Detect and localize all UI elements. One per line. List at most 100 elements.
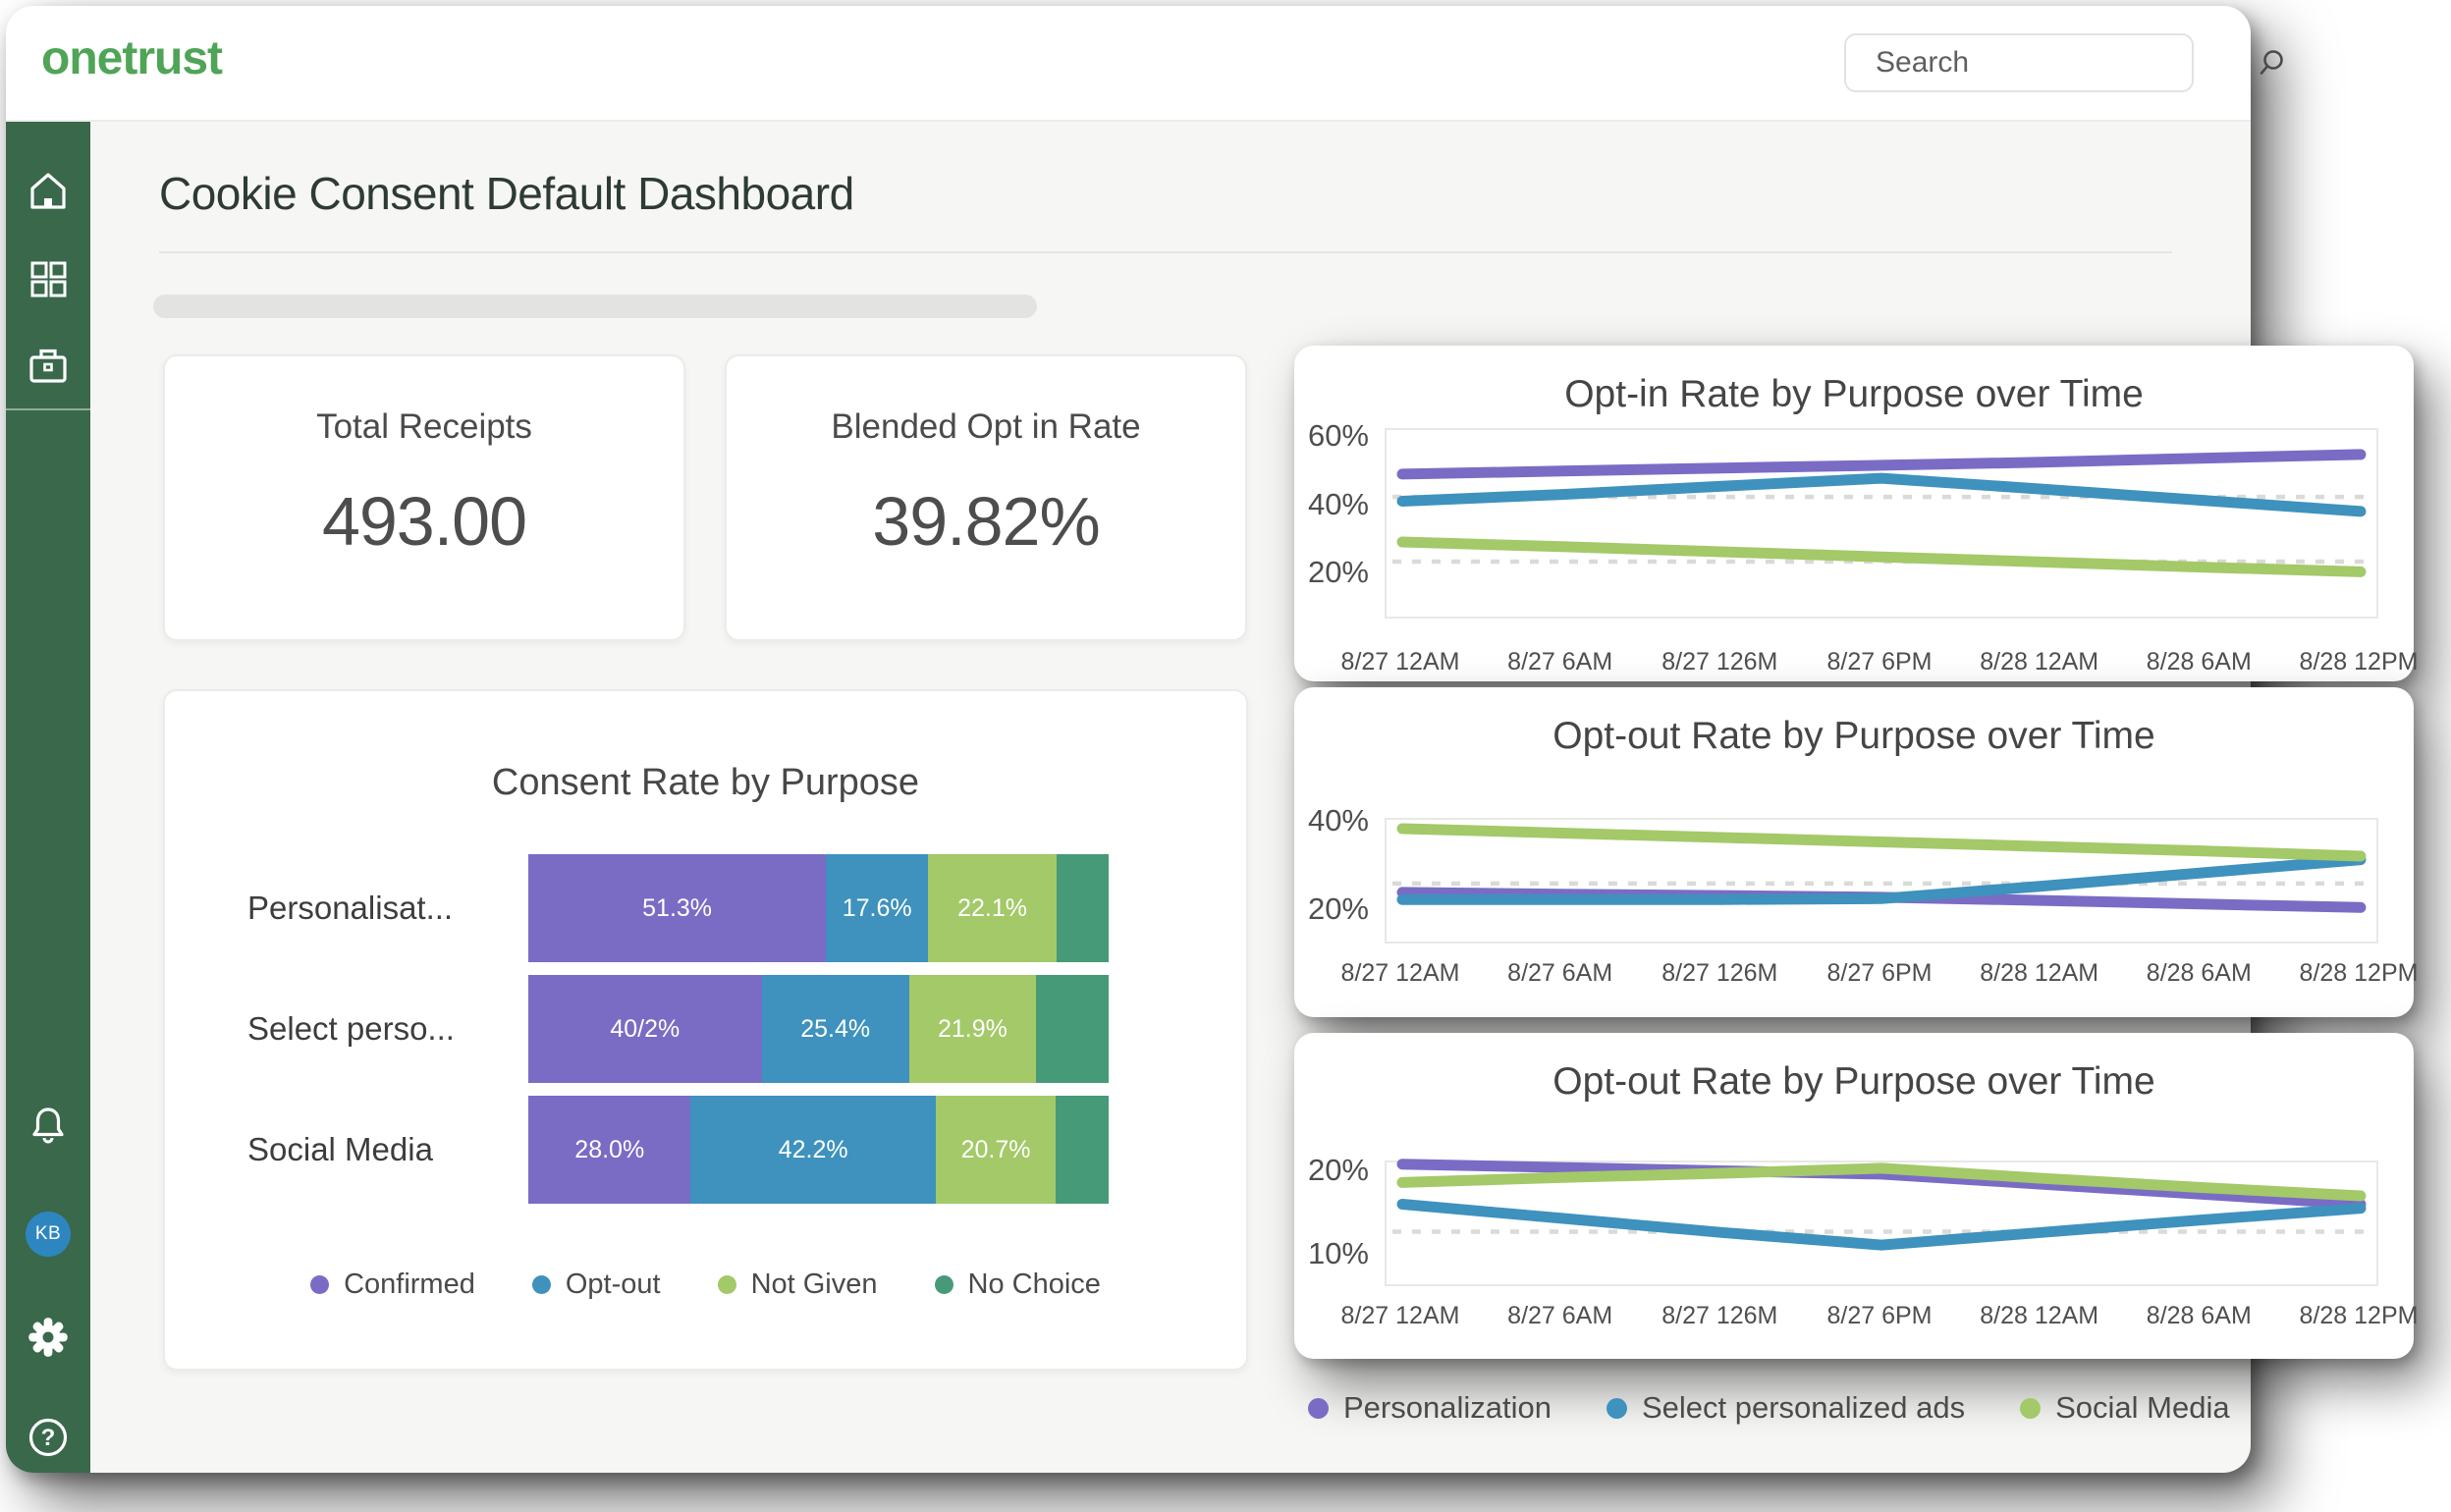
x-axis-tick: 8/28 6AM <box>2147 959 2252 988</box>
user-avatar[interactable]: KB <box>6 1207 90 1262</box>
bar-row: Select perso... 40/2% 25.4% 21.9% <box>247 975 1109 1083</box>
x-axis-tick: 8/27 126M <box>1661 1302 1777 1330</box>
line-series-blue <box>1402 478 2361 512</box>
legend-item: Confirmed <box>310 1269 475 1301</box>
bar-segment-blue: 17.6% <box>826 854 928 962</box>
line-series-purple <box>1402 455 2361 474</box>
x-axis-tick: 8/27 6AM <box>1507 648 1612 676</box>
bar-segment-teal <box>1036 975 1109 1083</box>
bar-category-label: Select perso... <box>247 1010 528 1048</box>
legend-label: Confirmed <box>344 1269 475 1301</box>
kpi-label: Total Receipts <box>165 407 683 447</box>
x-axis-tick: 8/27 12AM <box>1341 959 1460 988</box>
kpi-value: 493.00 <box>165 482 683 561</box>
screenshot-canvas: onetrust <box>0 0 2451 1512</box>
kpi-value: 39.82% <box>727 482 1245 561</box>
briefcase-icon[interactable] <box>6 338 90 393</box>
help-icon[interactable]: ? <box>6 1410 90 1465</box>
sidebar-divider <box>6 408 90 410</box>
line-charts-legend: Personalization Select personalized ads … <box>1308 1390 2427 1426</box>
plot-area <box>1385 1161 2378 1286</box>
y-axis-tick: 60% <box>1294 419 1369 455</box>
kpi-label: Blended Opt in Rate <box>727 407 1245 447</box>
legend-label: Select personalized ads <box>1642 1390 1965 1426</box>
app-header: onetrust <box>6 6 2251 122</box>
notifications-bell-icon[interactable] <box>6 1099 90 1154</box>
y-axis-tick: 40% <box>1294 803 1369 838</box>
x-axis-tick: 8/27 126M <box>1661 648 1777 676</box>
legend-label: Opt-out <box>566 1269 661 1301</box>
x-axis-tick: 8/27 12AM <box>1341 648 1460 676</box>
bar-row: Social Media 28.0% 42.2% 20.7% <box>247 1096 1109 1204</box>
bar-segment-value: 40/2% <box>610 1015 680 1044</box>
bar-segment-blue: 25.4% <box>762 975 909 1083</box>
bar-category-label: Personalisat... <box>247 890 528 927</box>
x-axis-tick: 8/27 6AM <box>1507 1302 1612 1330</box>
y-axis-tick: 20% <box>1294 891 1369 927</box>
x-axis-tick: 8/28 12PM <box>2300 1302 2419 1330</box>
legend-label: Personalization <box>1343 1390 1552 1426</box>
legend-item: No Choice <box>935 1269 1101 1301</box>
bar-category-label: Social Media <box>247 1131 528 1168</box>
x-axis-tick: 8/27 12AM <box>1341 1302 1460 1330</box>
bar-segment-purple: 40/2% <box>528 975 762 1083</box>
y-axis-tick: 40% <box>1294 487 1369 522</box>
onetrust-logo[interactable]: onetrust <box>41 31 222 85</box>
bar-row: Personalisat... 51.3% 17.6% 22.1% <box>247 854 1109 962</box>
chart-title: Consent Rate by Purpose <box>165 762 1246 804</box>
line-series-green <box>1402 829 2361 856</box>
x-axis-tick: 8/28 12AM <box>1980 648 2098 676</box>
bar-segment-green: 20.7% <box>936 1096 1056 1204</box>
legend-item: Select personalized ads <box>1607 1390 1965 1426</box>
legend-dot <box>310 1275 329 1294</box>
home-icon[interactable] <box>6 163 90 218</box>
x-axis-tick: 8/28 12PM <box>2300 648 2419 676</box>
line-series-blue <box>1402 1205 2361 1246</box>
search-icon[interactable] <box>2255 46 2288 80</box>
legend-item: Not Given <box>718 1269 878 1301</box>
legend-dot <box>2020 1398 2041 1419</box>
search-box <box>1844 33 2194 92</box>
bar-segment-value: 20.7% <box>961 1136 1031 1164</box>
x-axis-tick: 8/27 6PM <box>1826 648 1932 676</box>
line-series-green <box>1402 542 2361 571</box>
x-axis-tick: 8/27 6PM <box>1826 959 1932 988</box>
bar-segment-blue: 42.2% <box>690 1096 935 1204</box>
search-input[interactable] <box>1876 46 2255 80</box>
chart-title: Opt-out Rate by Purpose over Time <box>1294 715 2414 758</box>
legend-item: Personalization <box>1308 1390 1552 1426</box>
avatar-initials: KB <box>26 1212 71 1257</box>
legend-dot <box>935 1275 953 1294</box>
legend-label: No Choice <box>968 1269 1101 1301</box>
opt-out-rate-chart-card-1: Opt-out Rate by Purpose over Time 40% 20%… <box>1294 687 2414 1017</box>
x-axis-tick: 8/27 6PM <box>1826 1302 1932 1330</box>
legend-label: Not Given <box>751 1269 878 1301</box>
bar-segment-teal <box>1056 1096 1109 1204</box>
title-divider <box>159 251 2172 253</box>
bar-segment-value: 22.1% <box>957 894 1027 923</box>
x-axis-tick: 8/28 6AM <box>2147 1302 2252 1330</box>
x-axis-tick: 8/28 12PM <box>2300 959 2419 988</box>
bar-segment-value: 28.0% <box>574 1136 644 1164</box>
bar-segment-value: 51.3% <box>642 894 712 923</box>
page-title: Cookie Consent Default Dashboard <box>159 167 854 220</box>
chart-title: Opt-in Rate by Purpose over Time <box>1294 373 2414 416</box>
chart-title: Opt-out Rate by Purpose over Time <box>1294 1060 2414 1104</box>
legend-item: Opt-out <box>532 1269 661 1301</box>
apps-grid-icon[interactable] <box>6 251 90 306</box>
x-axis-tick: 8/28 12AM <box>1980 1302 2098 1330</box>
bar-segment-value: 17.6% <box>843 894 912 923</box>
opt-in-rate-chart-card: Opt-in Rate by Purpose over Time 60%40%2… <box>1294 346 2414 681</box>
settings-gear-icon[interactable] <box>6 1310 90 1365</box>
bar-segment-value: 25.4% <box>800 1015 870 1044</box>
y-axis-tick: 20% <box>1294 1153 1369 1188</box>
legend-dot <box>1607 1398 1627 1419</box>
x-axis-tick: 8/28 12AM <box>1980 959 2098 988</box>
bar-segment-value: 21.9% <box>938 1015 1008 1044</box>
legend-label: Social Media <box>2055 1390 2229 1426</box>
opt-out-rate-chart-card-2: Opt-out Rate by Purpose over Time 20%10%… <box>1294 1033 2414 1359</box>
kpi-card-total-receipts: Total Receipts 493.00 <box>163 354 685 641</box>
legend-item: Social Media <box>2020 1390 2229 1426</box>
plot-area <box>1385 818 2378 944</box>
bar-segment-green: 22.1% <box>928 854 1057 962</box>
